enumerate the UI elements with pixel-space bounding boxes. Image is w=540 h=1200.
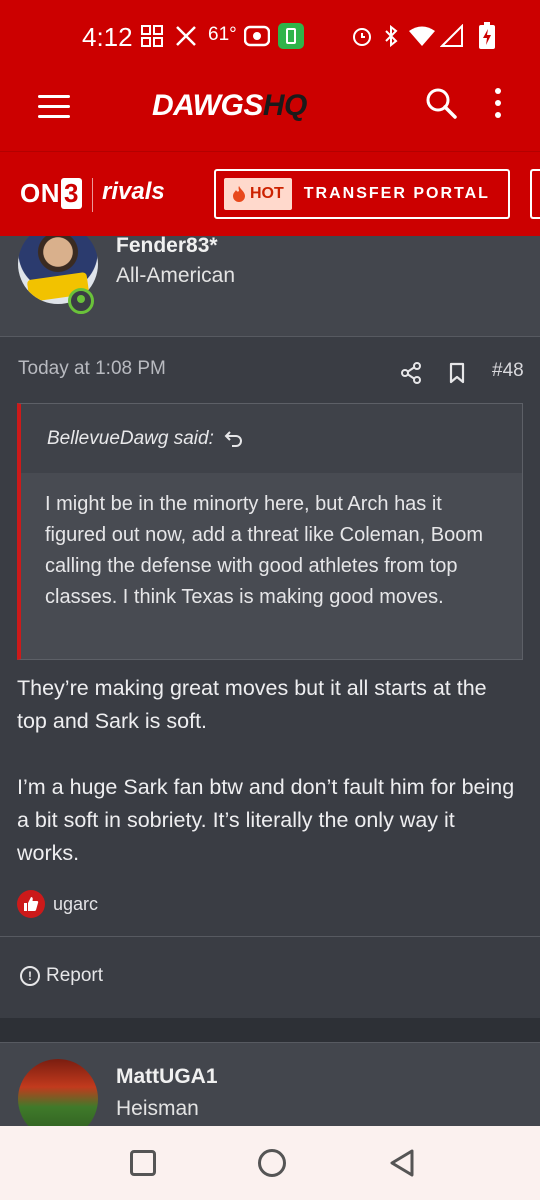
partner-bar: ON 3 rivals HOT TRANSFER PORTAL (0, 152, 540, 236)
x-logo-icon (174, 22, 198, 50)
post-author-title: All-American (116, 264, 236, 287)
rivals-logo[interactable]: rivals (102, 178, 165, 206)
post-author-card: Fender83* All-American (0, 236, 540, 337)
on3-logo[interactable]: ON 3 (20, 178, 82, 209)
search-icon[interactable] (424, 86, 460, 122)
post-meta: Today at 1:08 PM #48 (0, 358, 540, 388)
post-date[interactable]: Today at 1:08 PM (18, 358, 166, 380)
battery-saver-icon (278, 22, 304, 50)
transfer-portal-label: TRANSFER PORTAL (303, 185, 490, 202)
report-label: Report (46, 965, 104, 986)
hot-label: HOT (250, 185, 284, 202)
signal-icon (440, 22, 466, 50)
site-logo[interactable]: DAWGSHQ (152, 89, 307, 123)
on3-prefix: ON (20, 178, 60, 208)
post-number[interactable]: #48 (492, 360, 524, 382)
jump-to-quote-icon[interactable] (224, 429, 244, 449)
system-nav-bar (0, 1126, 540, 1200)
app-header: DAWGSHQ (0, 72, 540, 152)
quote-header[interactable]: BellevueDawg said: (21, 404, 522, 473)
post-author-name[interactable]: Fender83* (116, 236, 218, 258)
battery-charging-icon (478, 22, 496, 50)
record-icon (244, 22, 270, 50)
hot-badge: HOT (224, 178, 292, 210)
like-icon (17, 890, 45, 918)
post-paragraph: They’re making great moves but it all st… (17, 676, 487, 733)
alarm-icon (350, 22, 374, 50)
thread-content: Fender83* All-American Today at 1:08 PM … (0, 236, 540, 1126)
transfer-portal-button[interactable]: HOT TRANSFER PORTAL (214, 169, 510, 219)
post-actions: ! Report (0, 936, 540, 1018)
on3-suffix: 3 (61, 178, 82, 209)
home-icon[interactable] (258, 1149, 286, 1177)
bluetooth-icon (382, 22, 400, 50)
alert-icon: ! (20, 966, 40, 986)
post-body: They’re making great moves but it all st… (17, 672, 517, 903)
online-status-icon (68, 288, 94, 314)
avatar[interactable] (18, 1059, 98, 1126)
post-separator (0, 1018, 540, 1042)
wifi-icon (408, 22, 436, 50)
status-bar: 4:12 61° (0, 0, 540, 72)
recents-icon[interactable] (130, 1150, 156, 1176)
brand-main: DAWGS (152, 89, 263, 122)
reaction-user[interactable]: ugarc (53, 894, 98, 915)
next-post-author-card: MattUGA1 Heisman (0, 1042, 540, 1126)
post-paragraph: I’m a huge Sark fan btw and don’t fault … (17, 775, 515, 865)
more-vertical-icon[interactable] (488, 88, 508, 124)
bookmark-icon[interactable] (448, 362, 466, 384)
quote-author: BellevueDawg said: (47, 427, 214, 449)
report-button[interactable]: ! Report (20, 965, 103, 987)
quote-text: I might be in the minorty here, but Arch… (21, 473, 522, 659)
flame-icon (233, 186, 245, 202)
quote-block: BellevueDawg said: I might be in the min… (17, 403, 523, 660)
hamburger-icon[interactable] (38, 95, 70, 119)
status-temperature: 61° (208, 24, 237, 45)
reaction-summary[interactable]: ugarc (17, 890, 98, 918)
share-icon[interactable] (400, 362, 422, 384)
brand-hq: HQ (262, 89, 307, 122)
logo-divider (92, 178, 93, 212)
back-icon[interactable] (388, 1148, 416, 1178)
grid-icon (140, 22, 164, 50)
next-post-author-name[interactable]: MattUGA1 (116, 1065, 218, 1089)
next-partner-button[interactable] (530, 169, 540, 219)
status-time: 4:12 (82, 22, 133, 52)
next-post-author-title: Heisman (116, 1097, 199, 1120)
